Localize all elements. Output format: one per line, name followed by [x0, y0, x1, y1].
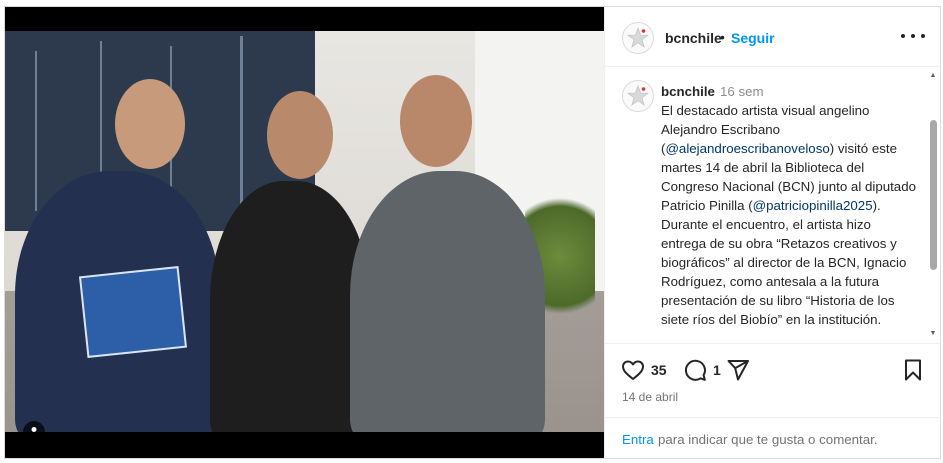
comment-icon	[684, 359, 706, 381]
post-side-panel: bcnchile • Seguir bcnchile 16 sem El dest…	[604, 7, 941, 458]
post-date[interactable]: 14 de abril	[622, 390, 678, 404]
save-button[interactable]	[901, 358, 925, 382]
login-prompt-text: para indicar que te gusta o comentar.	[658, 432, 878, 447]
post-media[interactable]	[5, 7, 604, 458]
post-actions: 35 1	[605, 352, 941, 388]
scroll-up-icon[interactable]: ▲	[929, 72, 937, 80]
post-photo[interactable]	[5, 31, 604, 432]
post-dialog: bcnchile • Seguir bcnchile 16 sem El dest…	[4, 6, 941, 459]
caption-username[interactable]: bcnchile	[661, 84, 715, 99]
login-link[interactable]: Entra	[622, 432, 654, 447]
person-right	[350, 171, 545, 432]
star-logo-icon	[627, 85, 649, 106]
post-header: bcnchile • Seguir	[605, 7, 941, 67]
comment-count[interactable]: 1	[713, 362, 721, 378]
head-left	[115, 79, 185, 169]
heart-icon	[622, 360, 644, 380]
caption-text-3: ). Durante el encuentro, el artista hizo…	[661, 198, 907, 327]
comments-section[interactable]: bcnchile 16 sem El destacado artista visu…	[605, 68, 941, 344]
scroll-thumb[interactable]	[930, 120, 937, 270]
mention-link-2[interactable]: @patriciopinilla2025	[753, 198, 873, 213]
head-middle	[267, 91, 333, 179]
caption-avatar[interactable]	[622, 80, 654, 112]
share-button[interactable]	[726, 358, 750, 382]
star-logo-icon	[627, 27, 649, 48]
account-avatar[interactable]	[622, 22, 654, 54]
like-count[interactable]: 35	[651, 362, 667, 378]
caption-time[interactable]: 16 sem	[720, 84, 764, 99]
bookmark-icon	[905, 359, 921, 381]
person-middle	[210, 181, 370, 432]
post-caption: bcnchile 16 sem El destacado artista visu…	[661, 82, 917, 329]
mention-link-1[interactable]: @alejandroescribanoveloso	[665, 141, 829, 156]
comments-scrollbar[interactable]: ▲ ▼	[929, 72, 937, 338]
scroll-down-icon[interactable]: ▼	[929, 330, 937, 338]
send-icon	[727, 360, 749, 381]
comment-button[interactable]: 1	[683, 358, 721, 382]
head-right	[400, 75, 472, 167]
follow-button[interactable]: Seguir	[731, 30, 775, 46]
like-button[interactable]: 35	[621, 358, 667, 382]
book-cover	[78, 265, 188, 359]
account-username[interactable]: bcnchile	[665, 30, 722, 46]
header-separator: •	[720, 29, 725, 45]
more-options-icon[interactable]	[901, 27, 925, 45]
add-comment-bar: Entra para indicar que te gusta o coment…	[605, 417, 941, 458]
